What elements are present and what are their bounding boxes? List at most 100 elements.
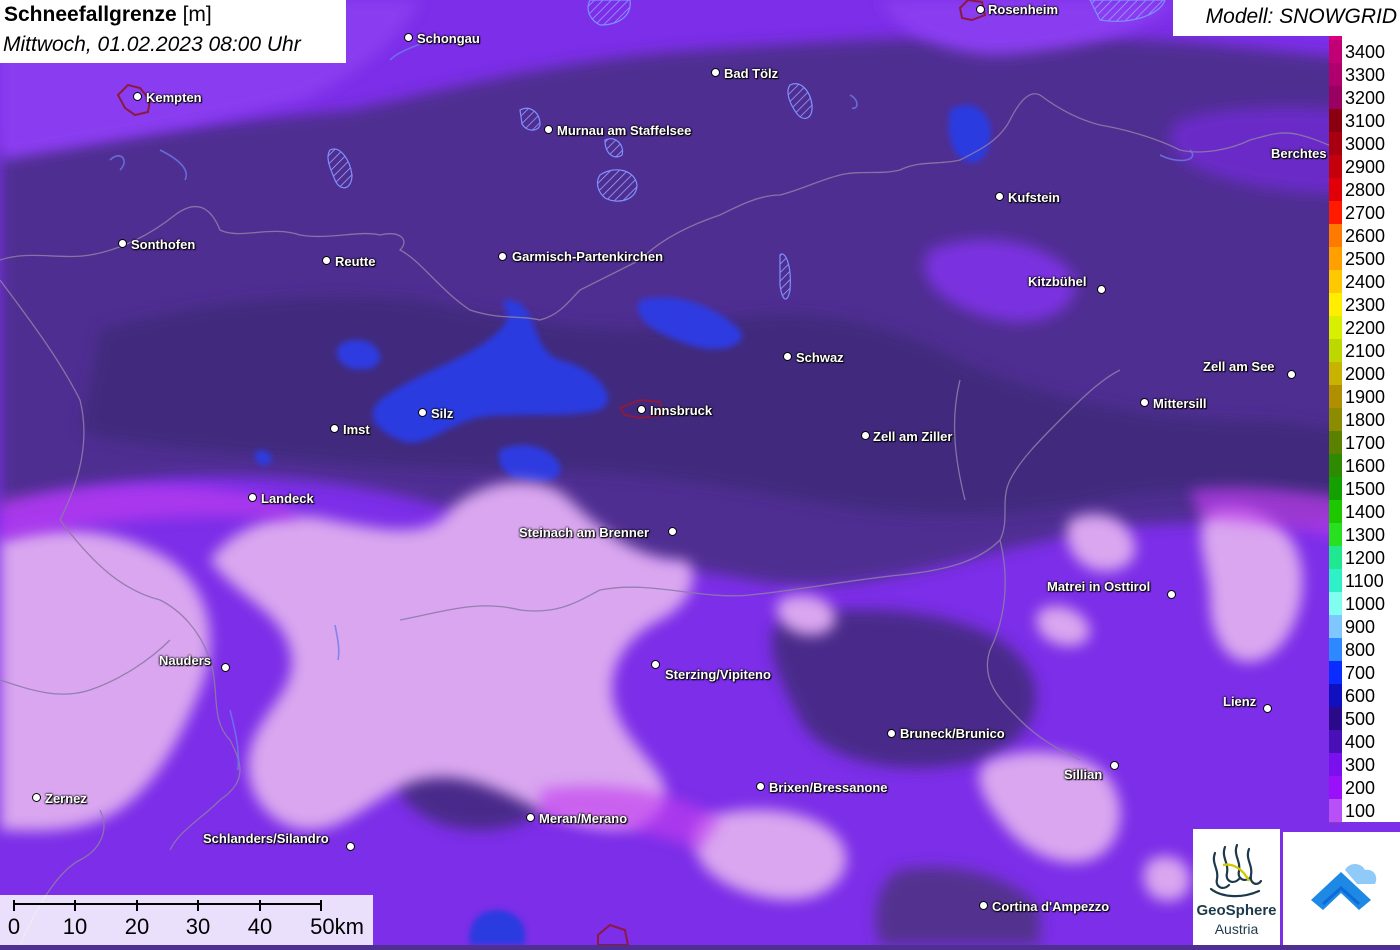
city-label-zell-am-ziller: Zell am Ziller (873, 429, 953, 444)
legend-label: 600 (1345, 686, 1376, 706)
legend-row: 2400 (1329, 270, 1400, 294)
city-label-murnau: Murnau am Staffelsee (557, 123, 692, 138)
legend-swatch (1329, 132, 1342, 156)
city-label-kitzbuehel: Kitzbühel (1028, 274, 1087, 289)
geosphere-austria-logo: GeoSphere Austria (1193, 829, 1280, 945)
city-dot (221, 663, 230, 672)
legend-row: 2100 (1329, 339, 1400, 363)
legend-label: 1700 (1345, 433, 1386, 453)
legend-row: 2700 (1329, 201, 1400, 225)
city-dot (651, 660, 660, 669)
legend-label: 100 (1345, 801, 1376, 821)
city-dot (133, 92, 142, 101)
legend-label: 2500 (1345, 249, 1386, 269)
legend-row: 1300 (1329, 523, 1400, 547)
legend-swatch (1329, 63, 1342, 87)
legend-swatch (1329, 293, 1342, 317)
legend-label: 3200 (1345, 88, 1386, 108)
model-label: Modell: SNOWGRID (1205, 5, 1397, 28)
legend-row: 1000 (1329, 592, 1400, 616)
legend-swatch (1329, 201, 1342, 225)
city-label-sterzing: Sterzing/Vipiteno (665, 667, 771, 682)
legend-label: 500 (1345, 709, 1376, 729)
legend-swatch (1329, 753, 1342, 777)
city-dot (1287, 370, 1296, 379)
legend-label: 2200 (1345, 318, 1386, 338)
legend-row: 2800 (1329, 178, 1400, 202)
legend-swatch (1329, 270, 1342, 294)
city-label-rosenheim: Rosenheim (988, 2, 1059, 17)
legend-swatch (1329, 592, 1342, 616)
legend-row: 200 (1329, 776, 1400, 800)
scale-tick-label: 50km (310, 914, 364, 939)
city-label-garmisch: Garmisch-Partenkirchen (512, 249, 664, 264)
city-label-cortina: Cortina d'Ampezzo (992, 899, 1110, 914)
city-label-schwaz: Schwaz (796, 350, 844, 365)
city-dot (346, 842, 355, 851)
legend-swatch (1329, 661, 1342, 685)
map-title-unit: [m] (182, 3, 212, 26)
legend-swatch (1329, 615, 1342, 639)
legend-label: 1900 (1345, 387, 1386, 407)
title-panel: Schneefallgrenze [m] Mittwoch, 01.02.202… (0, 0, 346, 63)
legend-label: 2000 (1345, 364, 1386, 384)
legend-swatch (1329, 477, 1342, 501)
city-label-berchtesgaden: Berchtes (1271, 146, 1327, 161)
legend-swatch (1329, 178, 1342, 202)
legend-swatch (1329, 316, 1342, 340)
legend-swatch (1329, 339, 1342, 363)
legend-swatch (1329, 569, 1342, 593)
legend-swatch (1329, 799, 1342, 823)
legend-label: 3300 (1345, 65, 1386, 85)
map-datetime: Mittwoch, 01.02.2023 08:00 Uhr (3, 33, 301, 56)
legend-label: 1400 (1345, 502, 1386, 522)
cloud-arrow-icon (1311, 864, 1377, 910)
legend-swatch (1329, 500, 1342, 524)
city-label-bruneck: Bruneck/Brunico (900, 726, 1005, 741)
legend-row: 2900 (1329, 155, 1400, 179)
city-dot (32, 793, 41, 802)
legend-row: 2000 (1329, 362, 1400, 386)
city-dot (1140, 398, 1149, 407)
city-dot (1263, 704, 1272, 713)
legend-swatch (1329, 638, 1342, 662)
legend-label: 2800 (1345, 180, 1386, 200)
legend-label: 1200 (1345, 548, 1386, 568)
legend-row: 1800 (1329, 408, 1400, 432)
legend-label: 1300 (1345, 525, 1386, 545)
legend-swatch (1329, 523, 1342, 547)
city-dot (404, 33, 413, 42)
legend-row: 2600 (1329, 224, 1400, 248)
city-dot (526, 813, 535, 822)
legend-row: 1200 (1329, 546, 1400, 570)
legend-swatch (1329, 385, 1342, 409)
scale-tick-label: 40 (247, 914, 273, 939)
scale-tick-label: 10 (62, 914, 88, 939)
legend-swatch (1329, 408, 1342, 432)
legend-row: 2200 (1329, 316, 1400, 340)
legend-swatch (1329, 776, 1342, 800)
legend-row: 700 (1329, 661, 1400, 685)
legend-label: 3000 (1345, 134, 1386, 154)
city-dot (861, 431, 870, 440)
city-dot (711, 68, 720, 77)
legend-row: 800 (1329, 638, 1400, 662)
legend-row: 2500 (1329, 247, 1400, 271)
city-label-steinach: Steinach am Brenner (519, 525, 650, 540)
map-title-text: Schneefallgrenze (4, 3, 177, 26)
legend-label: 700 (1345, 663, 1376, 683)
city-label-matrei: Matrei in Osttirol (1047, 579, 1151, 594)
city-dot (1167, 590, 1176, 599)
city-label-bad-toelz: Bad Tölz (724, 66, 779, 81)
geosphere-swirl-icon (1209, 843, 1263, 898)
city-dot (118, 239, 127, 248)
legend-row: 1500 (1329, 477, 1400, 501)
scale-tick-label: 30 (185, 914, 211, 939)
legend-row: 900 (1329, 615, 1400, 639)
snowfall-line-map (0, 0, 1400, 945)
scale-tick-label: 0 (7, 914, 21, 939)
legend-row: 3000 (1329, 132, 1400, 156)
legend-label: 1000 (1345, 594, 1386, 614)
city-label-imst: Imst (343, 422, 370, 437)
legend-swatch (1329, 109, 1342, 133)
